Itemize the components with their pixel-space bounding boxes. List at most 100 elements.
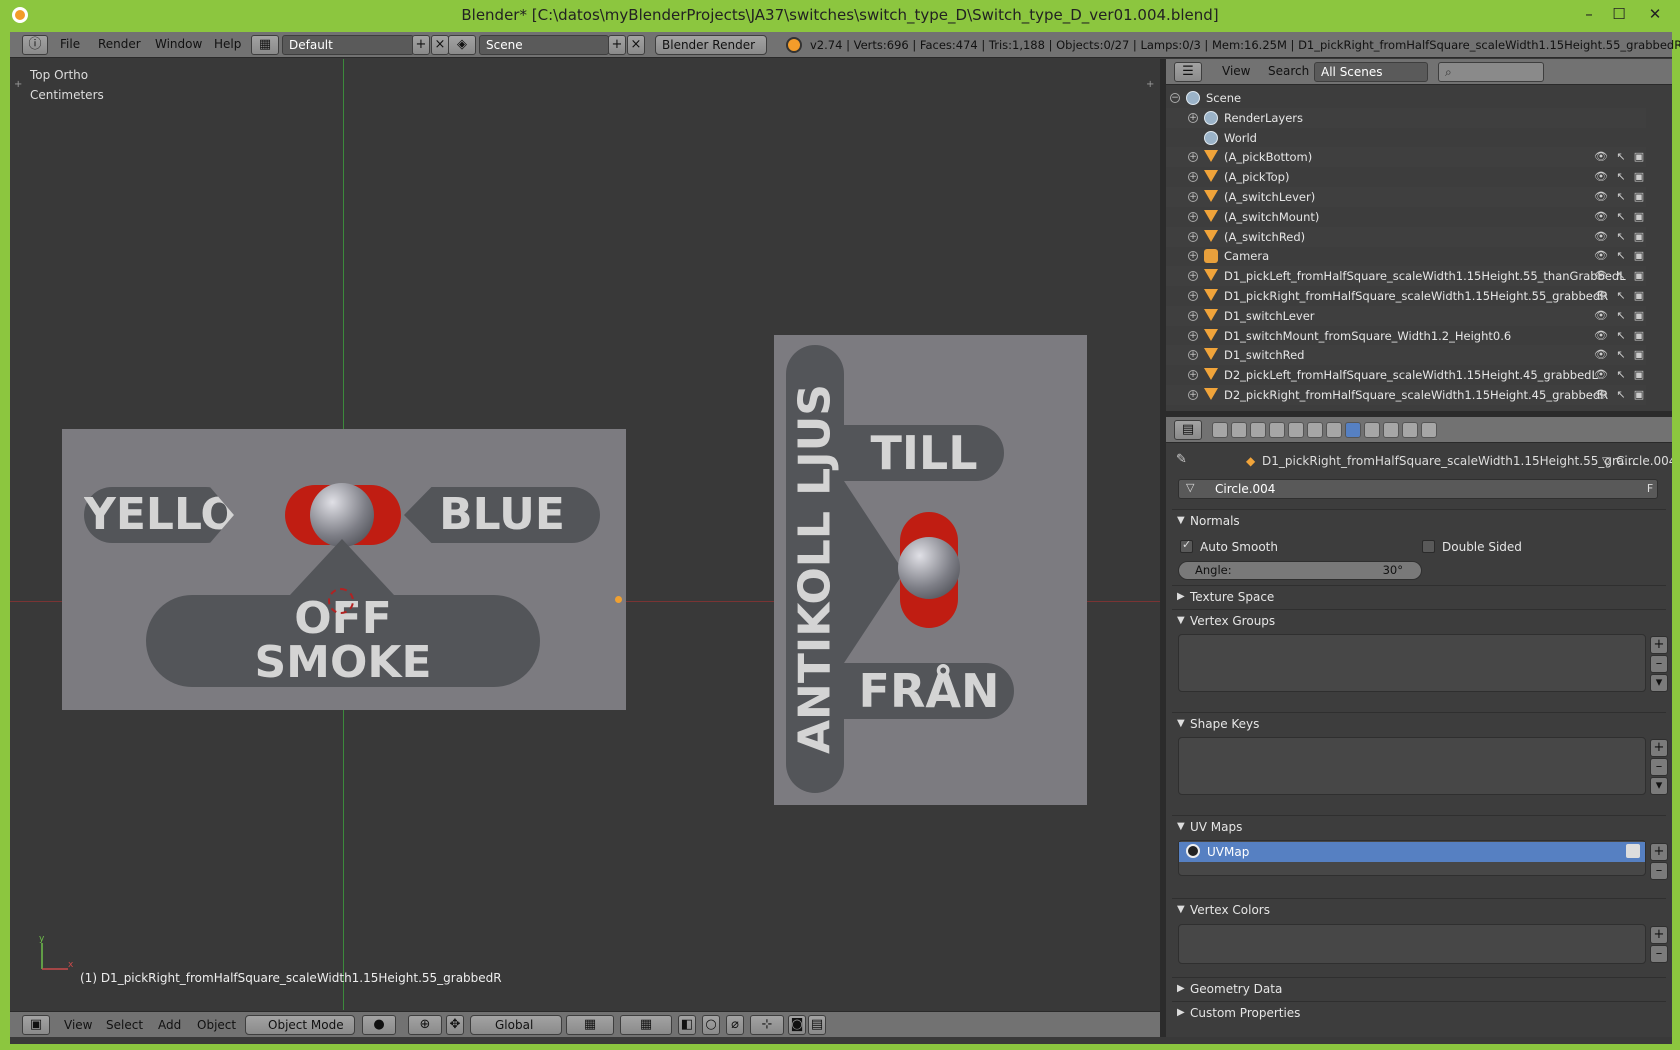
expand-toggle-icon[interactable]: + bbox=[1188, 330, 1198, 341]
renderability-camera-icon[interactable]: ▣ bbox=[1632, 150, 1646, 164]
add-shape-key-button[interactable]: + bbox=[1650, 739, 1668, 757]
mesh-data-tab-icon[interactable] bbox=[1345, 422, 1361, 438]
active-render-camera-icon[interactable] bbox=[1626, 844, 1640, 858]
remove-uv-map-button[interactable]: – bbox=[1650, 862, 1668, 880]
outliner-row[interactable]: + Camera 👁 ↖ ▣ bbox=[1166, 246, 1646, 266]
selectability-cursor-icon[interactable]: ↖ bbox=[1614, 170, 1628, 184]
vertex-colors-list[interactable] bbox=[1178, 924, 1646, 964]
panel-geometry-data[interactable]: ▶ Geometry Data bbox=[1172, 977, 1666, 999]
renderability-camera-icon[interactable]: ▣ bbox=[1632, 230, 1646, 244]
vertex-groups-list[interactable] bbox=[1178, 634, 1646, 692]
object-tab-icon[interactable] bbox=[1288, 422, 1304, 438]
3d-cursor[interactable] bbox=[328, 588, 354, 614]
snap-element-icon[interactable]: ⊹ bbox=[750, 1015, 784, 1035]
vertex-group-specials-button[interactable]: ▾ bbox=[1650, 674, 1668, 692]
menu-view[interactable]: View bbox=[64, 1018, 92, 1032]
expand-toggle-icon[interactable]: + bbox=[1188, 172, 1198, 183]
texture-tab-icon[interactable] bbox=[1383, 422, 1399, 438]
expand-toggle-icon[interactable]: + bbox=[1188, 251, 1198, 262]
viewport-shading-icon[interactable]: ● bbox=[362, 1015, 396, 1035]
menu-object[interactable]: Object bbox=[197, 1018, 236, 1032]
selectability-cursor-icon[interactable]: ↖ bbox=[1614, 150, 1628, 164]
physics-tab-icon[interactable] bbox=[1421, 422, 1437, 438]
menu-window[interactable]: Window bbox=[155, 37, 202, 51]
lock-layers-icon[interactable]: ◧ bbox=[678, 1015, 696, 1035]
expand-toggle-icon[interactable]: + bbox=[1188, 192, 1198, 202]
add-layout-icon[interactable]: + bbox=[412, 35, 430, 55]
editor-type-info-icon[interactable]: ⓘ bbox=[22, 35, 48, 55]
renderability-camera-icon[interactable]: ▣ bbox=[1632, 210, 1646, 224]
panel-shape-keys[interactable]: ▼ Shape Keys bbox=[1172, 712, 1666, 734]
selectability-cursor-icon[interactable]: ↖ bbox=[1614, 348, 1628, 362]
outliner-row[interactable]: + D2_pickRight_fromHalfSquare_scaleWidth1… bbox=[1166, 385, 1646, 405]
visibility-eye-icon[interactable]: 👁 bbox=[1594, 190, 1608, 204]
remove-vertex-group-button[interactable]: – bbox=[1650, 655, 1668, 673]
menu-search[interactable]: Search bbox=[1268, 64, 1309, 78]
add-uv-map-button[interactable]: + bbox=[1650, 843, 1668, 861]
panel-vertex-groups[interactable]: ▼ Vertex Groups bbox=[1172, 609, 1666, 631]
outliner-row[interactable]: + D1_pickLeft_fromHalfSquare_scaleWidth1.… bbox=[1166, 266, 1646, 287]
expand-toggle-icon[interactable]: + bbox=[1188, 152, 1198, 163]
renderability-camera-icon[interactable]: ▣ bbox=[1632, 348, 1646, 362]
visibility-eye-icon[interactable]: 👁 bbox=[1594, 269, 1608, 283]
proportional-edit-icon[interactable]: ○ bbox=[702, 1015, 720, 1035]
expand-toggle-icon[interactable]: + bbox=[1188, 370, 1198, 381]
outliner-row[interactable]: + (A_pickBottom) 👁 ↖ ▣ bbox=[1166, 147, 1646, 168]
visibility-eye-icon[interactable]: 👁 bbox=[1594, 210, 1608, 224]
outliner-row[interactable]: World bbox=[1166, 128, 1646, 148]
outliner-row[interactable]: + (A_switchMount) 👁 ↖ ▣ bbox=[1166, 207, 1646, 227]
manipulator-icon[interactable]: ✥ bbox=[446, 1015, 464, 1035]
visibility-eye-icon[interactable]: 👁 bbox=[1594, 249, 1608, 263]
panel-normals[interactable]: ▼ Normals bbox=[1172, 509, 1666, 531]
particles-tab-icon[interactable] bbox=[1402, 422, 1418, 438]
layers-secondary-icon[interactable]: ▦ bbox=[620, 1015, 672, 1035]
selectability-cursor-icon[interactable]: ↖ bbox=[1614, 309, 1628, 323]
uv-map-row[interactable]: UVMap bbox=[1179, 842, 1645, 862]
shape-key-specials-button[interactable]: ▾ bbox=[1650, 777, 1668, 795]
add-scene-icon[interactable]: + bbox=[608, 35, 626, 55]
screen-layout-icon[interactable]: ▦ bbox=[251, 35, 279, 55]
visibility-eye-icon[interactable]: 👁 bbox=[1594, 368, 1608, 382]
panel-custom-properties[interactable]: ▶ Custom Properties bbox=[1172, 1001, 1666, 1023]
menu-view[interactable]: View bbox=[1222, 64, 1250, 78]
visibility-eye-icon[interactable]: 👁 bbox=[1594, 289, 1608, 303]
mesh-name-field[interactable]: Circle.004 bbox=[1178, 479, 1658, 499]
scene-icon[interactable]: ◈ bbox=[448, 35, 476, 55]
constraints-tab-icon[interactable] bbox=[1307, 422, 1323, 438]
snap-icon[interactable]: ⌀ bbox=[726, 1015, 744, 1035]
3d-viewport[interactable]: Top Ortho Centimeters + + YELLOW BLUE OF… bbox=[10, 59, 1160, 1010]
expand-toggle-icon[interactable]: + bbox=[1188, 271, 1198, 282]
visibility-eye-icon[interactable]: 👁 bbox=[1594, 329, 1608, 343]
selectability-cursor-icon[interactable]: ↖ bbox=[1614, 210, 1628, 224]
selectability-cursor-icon[interactable]: ↖ bbox=[1614, 329, 1628, 343]
renderability-camera-icon[interactable]: ▣ bbox=[1632, 329, 1646, 343]
renderability-camera-icon[interactable]: ▣ bbox=[1632, 388, 1646, 402]
menu-file[interactable]: File bbox=[60, 37, 80, 51]
transform-orientation-select[interactable]: Global bbox=[470, 1015, 562, 1035]
mode-select[interactable]: Object Mode bbox=[245, 1015, 355, 1035]
search-input[interactable]: ⌕ bbox=[1438, 62, 1544, 82]
editor-type-outliner-icon[interactable]: ☰ bbox=[1174, 62, 1202, 82]
renderability-camera-icon[interactable]: ▣ bbox=[1632, 190, 1646, 204]
menu-select[interactable]: Select bbox=[106, 1018, 143, 1032]
render-tab-icon[interactable] bbox=[1212, 422, 1228, 438]
renderability-camera-icon[interactable]: ▣ bbox=[1632, 289, 1646, 303]
add-vertex-color-button[interactable]: + bbox=[1650, 926, 1668, 944]
panel-texture-space[interactable]: ▶ Texture Space bbox=[1172, 585, 1666, 607]
close-button[interactable]: ✕ bbox=[1640, 2, 1670, 26]
panel-uv-maps[interactable]: ▼ UV Maps bbox=[1172, 815, 1666, 837]
render-opengl-icon[interactable]: ◙ bbox=[788, 1015, 806, 1035]
outliner-row[interactable]: + D1_switchRed 👁 ↖ ▣ bbox=[1166, 345, 1646, 366]
remove-vertex-color-button[interactable]: – bbox=[1650, 945, 1668, 963]
outliner-row[interactable]: − Scene bbox=[1166, 88, 1646, 108]
expand-toggle-icon[interactable]: + bbox=[1188, 291, 1198, 301]
minimize-button[interactable]: – bbox=[1574, 2, 1604, 26]
visibility-eye-icon[interactable]: 👁 bbox=[1594, 150, 1608, 164]
outliner-row[interactable]: + D2_pickLeft_fromHalfSquare_scaleWidth1.… bbox=[1166, 365, 1646, 385]
selectability-cursor-icon[interactable]: ↖ bbox=[1614, 230, 1628, 244]
outliner-row[interactable]: + (A_switchLever) 👁 ↖ ▣ bbox=[1166, 187, 1646, 207]
add-vertex-group-button[interactable]: + bbox=[1650, 636, 1668, 654]
expand-toggle-icon[interactable]: + bbox=[1188, 390, 1198, 400]
pivot-point-icon[interactable]: ⊕ bbox=[408, 1015, 442, 1035]
expand-toggle-icon[interactable]: + bbox=[1188, 350, 1198, 361]
